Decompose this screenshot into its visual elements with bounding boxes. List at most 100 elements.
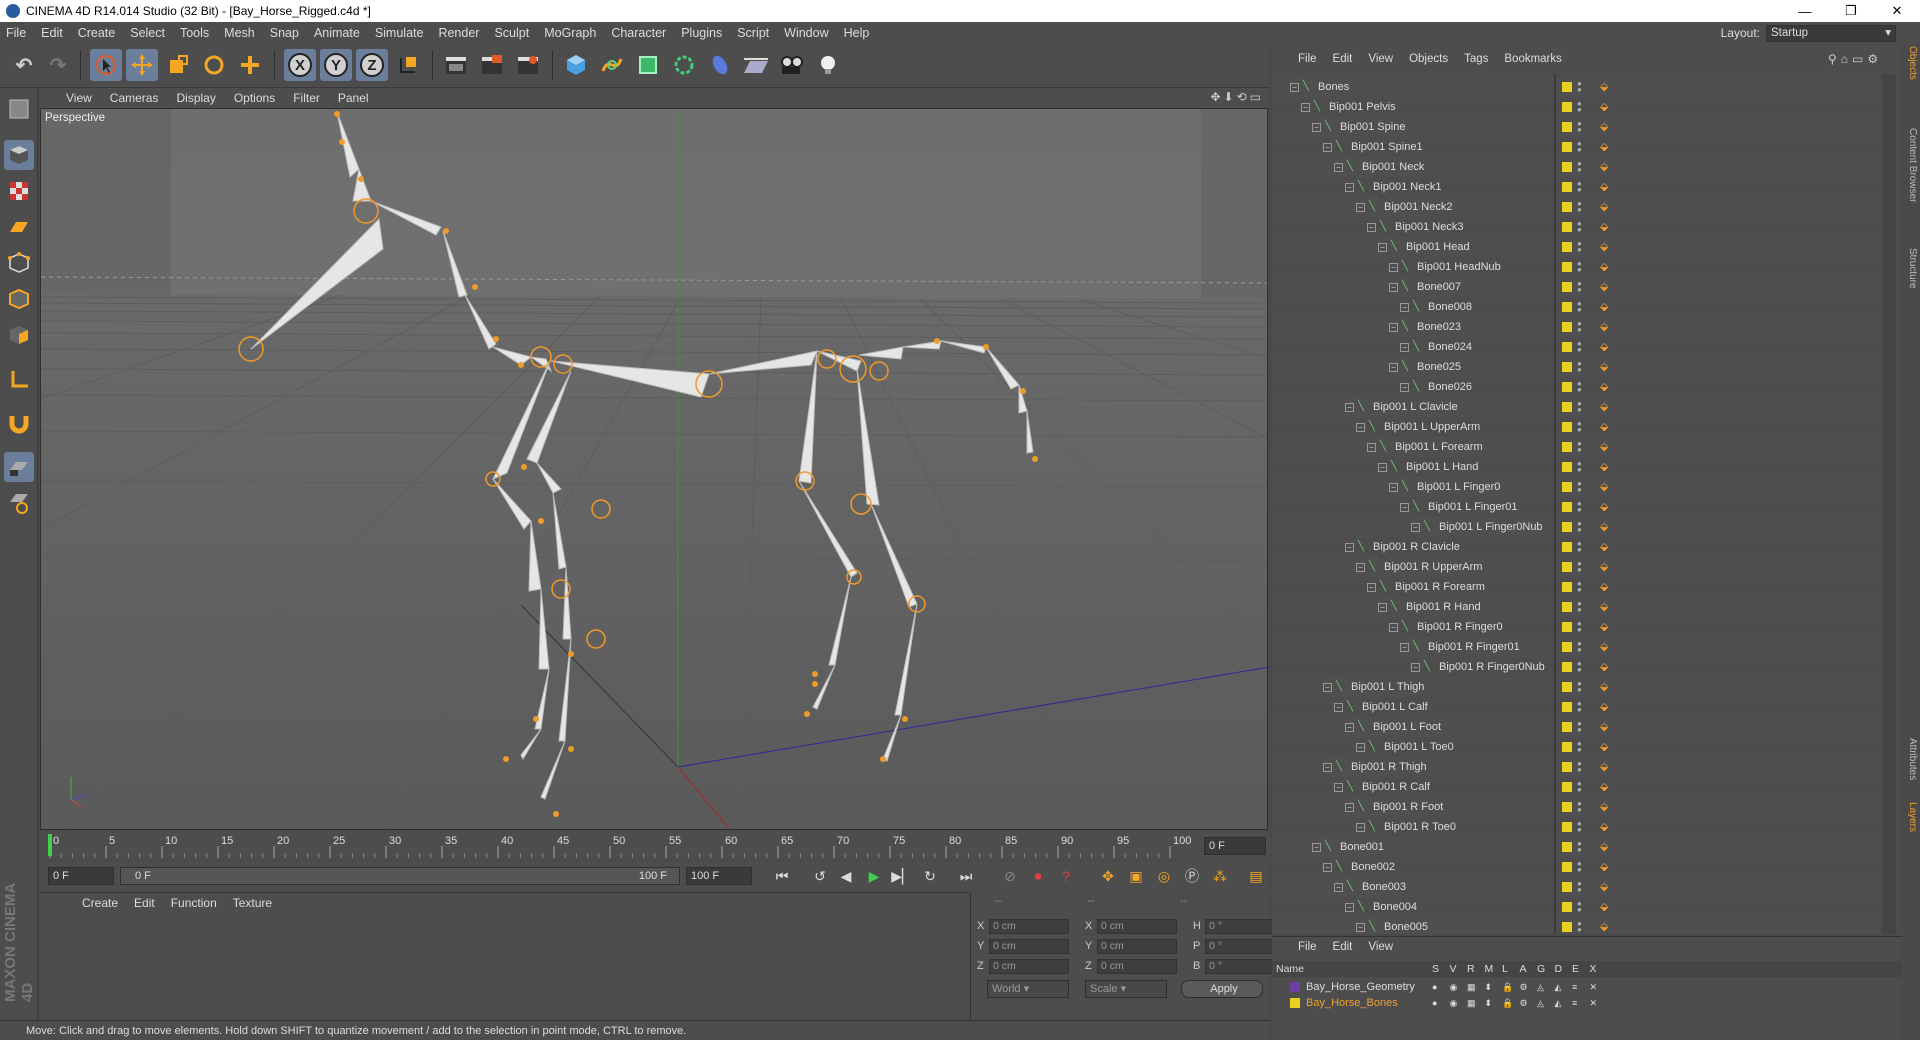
- layer-color-swatch[interactable]: [1562, 742, 1572, 752]
- layer-color-swatch[interactable]: [1562, 562, 1572, 572]
- visibility-dots-icon[interactable]: ● ●: [1577, 720, 1582, 734]
- layer-header-a[interactable]: A: [1520, 963, 1527, 975]
- viewport-menu-panel[interactable]: Panel: [338, 91, 369, 105]
- expand-toggle-icon[interactable]: −: [1334, 702, 1343, 712]
- recent-tool-button[interactable]: [234, 49, 266, 81]
- object-menu-file[interactable]: File: [1298, 53, 1317, 65]
- bone-tag-icon[interactable]: ⬙: [1600, 741, 1612, 753]
- layer-toggle-icon[interactable]: ●: [1432, 982, 1437, 992]
- layer-color-swatch[interactable]: [1562, 182, 1572, 192]
- object-row[interactable]: − ╲ Bip001 R Thigh ● ● ⬙: [1272, 757, 1880, 777]
- menu-help[interactable]: Help: [844, 26, 870, 40]
- object-row[interactable]: − ╲ Bip001 L Hand ● ● ⬙: [1272, 457, 1880, 477]
- expand-toggle-icon[interactable]: −: [1345, 182, 1354, 192]
- undo-button[interactable]: ↶: [8, 49, 40, 81]
- object-row[interactable]: − ╲ Bip001 R Hand ● ● ⬙: [1272, 597, 1880, 617]
- coordinate-system-button[interactable]: [392, 49, 424, 81]
- layer-header-e[interactable]: E: [1572, 963, 1579, 975]
- layer-color-swatch[interactable]: [1562, 222, 1572, 232]
- visibility-dots-icon[interactable]: ● ●: [1577, 320, 1582, 334]
- menu-select[interactable]: Select: [130, 26, 165, 40]
- bone-tag-icon[interactable]: ⬙: [1600, 161, 1612, 173]
- x-axis-lock-button[interactable]: X: [284, 49, 316, 81]
- close-button[interactable]: ✕: [1874, 0, 1920, 22]
- layer-color-swatch[interactable]: [1562, 522, 1572, 532]
- menu-edit[interactable]: Edit: [41, 26, 63, 40]
- layer-color-swatch[interactable]: [1562, 142, 1572, 152]
- bone-tag-icon[interactable]: ⬙: [1600, 641, 1612, 653]
- visibility-dots-icon[interactable]: ● ●: [1577, 260, 1582, 274]
- object-search-icon[interactable]: ⚲⌂▭⚙: [1828, 52, 1882, 66]
- layer-toggle-icon[interactable]: 🔒: [1502, 982, 1513, 993]
- position-z-field[interactable]: 0 cm: [989, 958, 1069, 974]
- bone-tag-icon[interactable]: ⬙: [1600, 561, 1612, 573]
- layer-color-swatch[interactable]: [1562, 762, 1572, 772]
- visibility-dots-icon[interactable]: ● ●: [1577, 900, 1582, 914]
- visibility-dots-icon[interactable]: ● ●: [1577, 860, 1582, 874]
- visibility-dots-icon[interactable]: ● ●: [1577, 140, 1582, 154]
- layer-toggle-icon[interactable]: ⬍: [1485, 998, 1493, 1009]
- size-x-field[interactable]: 0 cm: [1097, 918, 1177, 934]
- expand-toggle-icon[interactable]: −: [1367, 582, 1376, 592]
- layer-color-swatch[interactable]: [1562, 262, 1572, 272]
- layer-color-swatch[interactable]: [1562, 902, 1572, 912]
- scale-tool-button[interactable]: [162, 49, 194, 81]
- live-selection-button[interactable]: [90, 49, 122, 81]
- viewport-menu-view[interactable]: View: [66, 91, 92, 105]
- viewport-menu-filter[interactable]: Filter: [293, 91, 320, 105]
- layer-toggle-icon[interactable]: ◬: [1537, 982, 1544, 993]
- layer-color-swatch[interactable]: [1290, 982, 1300, 992]
- visibility-dots-icon[interactable]: ● ●: [1577, 400, 1582, 414]
- add-subdivision-button[interactable]: [632, 49, 664, 81]
- expand-toggle-icon[interactable]: −: [1400, 382, 1409, 392]
- add-deformer-button[interactable]: [704, 49, 736, 81]
- object-row[interactable]: − ╲ Bone001 ● ● ⬙: [1272, 837, 1880, 857]
- bone-tag-icon[interactable]: ⬙: [1600, 821, 1612, 833]
- expand-toggle-icon[interactable]: −: [1345, 722, 1354, 732]
- bone-tag-icon[interactable]: ⬙: [1600, 601, 1612, 613]
- object-row[interactable]: − ╲ Bip001 R Clavicle ● ● ⬙: [1272, 537, 1880, 557]
- add-camera-button[interactable]: [776, 49, 808, 81]
- visibility-dots-icon[interactable]: ● ●: [1577, 480, 1582, 494]
- layer-header-x[interactable]: X: [1590, 963, 1597, 975]
- layer-menu-view[interactable]: View: [1368, 941, 1393, 953]
- layer-color-swatch[interactable]: [1562, 702, 1572, 712]
- bone-tag-icon[interactable]: ⬙: [1600, 661, 1612, 673]
- expand-toggle-icon[interactable]: −: [1312, 122, 1321, 132]
- render-settings-button[interactable]: [512, 49, 544, 81]
- add-light-button[interactable]: [812, 49, 844, 81]
- visibility-dots-icon[interactable]: ● ●: [1577, 780, 1582, 794]
- world-select[interactable]: World ▾: [987, 980, 1069, 998]
- make-editable-button[interactable]: [4, 94, 34, 124]
- visibility-dots-icon[interactable]: ● ●: [1577, 80, 1582, 94]
- position-x-field[interactable]: 0 cm: [989, 918, 1069, 934]
- layer-row[interactable]: Bay_Horse_Bones ● ◉ ▦ ⬍ 🔒 ⚙ ◬ ◭ ≡ ✕: [1272, 995, 1902, 1011]
- side-tab-objects[interactable]: Objects: [1904, 46, 1918, 80]
- bone-tag-icon[interactable]: ⬙: [1600, 241, 1612, 253]
- visibility-dots-icon[interactable]: ● ●: [1577, 740, 1582, 754]
- visibility-dots-icon[interactable]: ● ●: [1577, 540, 1582, 554]
- playhead[interactable]: [48, 834, 52, 856]
- prev-frame-button[interactable]: ◀: [834, 865, 858, 887]
- timeline-ruler[interactable]: 0 5 10 15 20 25 30 35 40 45 50 55 60 65 70 75 80 85 90 95 10…: [40, 832, 1270, 860]
- side-tab-attributes[interactable]: Attributes: [1904, 738, 1918, 780]
- layer-color-swatch[interactable]: [1562, 382, 1572, 392]
- layer-color-swatch[interactable]: [1562, 642, 1572, 652]
- expand-toggle-icon[interactable]: −: [1400, 502, 1409, 512]
- visibility-dots-icon[interactable]: ● ●: [1577, 300, 1582, 314]
- expand-toggle-icon[interactable]: −: [1323, 862, 1332, 872]
- layer-color-swatch[interactable]: [1562, 622, 1572, 632]
- visibility-dots-icon[interactable]: ● ●: [1577, 500, 1582, 514]
- expand-toggle-icon[interactable]: −: [1323, 142, 1332, 152]
- layer-color-swatch[interactable]: [1562, 822, 1572, 832]
- menu-mesh[interactable]: Mesh: [224, 26, 255, 40]
- bone-tag-icon[interactable]: ⬙: [1600, 281, 1612, 293]
- render-view-button[interactable]: [440, 49, 472, 81]
- snap-button[interactable]: [4, 408, 34, 438]
- layer-color-swatch[interactable]: [1562, 862, 1572, 872]
- keyframe-selection-button[interactable]: ?: [1054, 865, 1078, 887]
- bone-tag-icon[interactable]: ⬙: [1600, 201, 1612, 213]
- viewport-menu-display[interactable]: Display: [176, 91, 215, 105]
- record-keys-button[interactable]: ⊘: [998, 865, 1022, 887]
- object-menu-objects[interactable]: Objects: [1409, 53, 1448, 65]
